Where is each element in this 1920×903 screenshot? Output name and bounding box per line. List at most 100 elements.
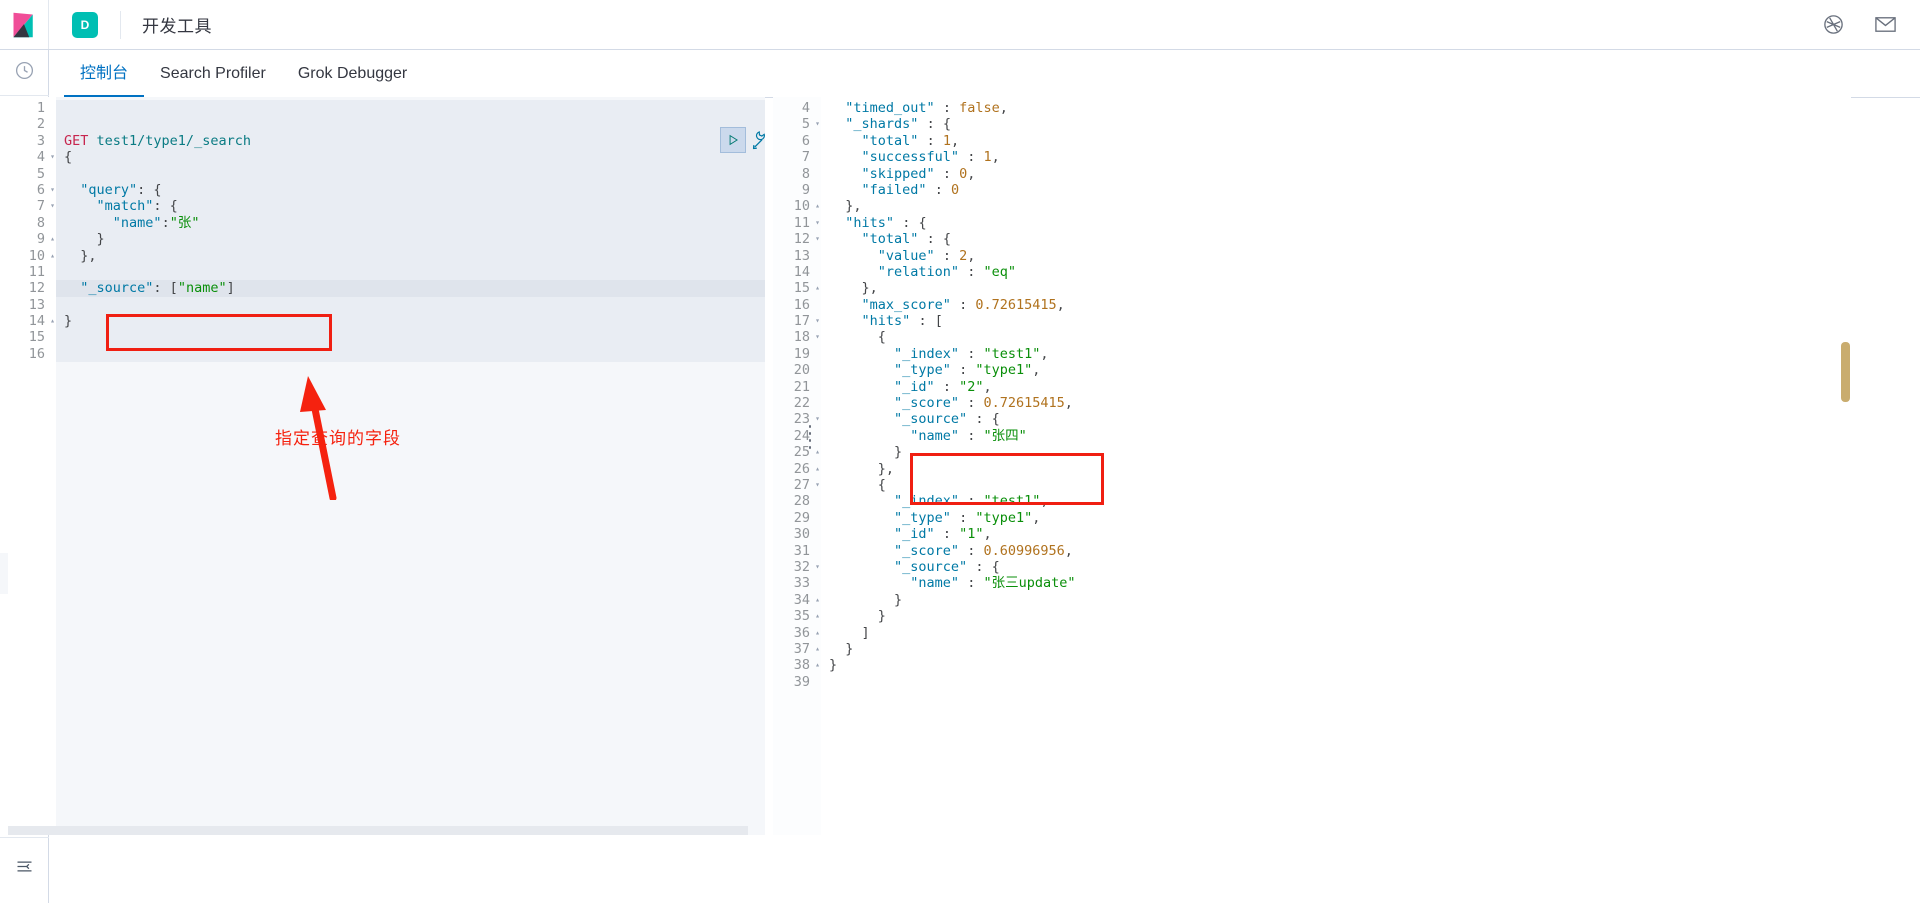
request-horizontal-scrollbar[interactable] <box>8 826 765 835</box>
code-line: }, <box>861 280 878 297</box>
line-number: 12 <box>28 280 45 297</box>
fold-toggle-icon[interactable]: ▾ <box>815 215 820 231</box>
code-line: "_type" : "type1", <box>894 362 1041 379</box>
tab-console[interactable]: 控制台 <box>64 59 145 97</box>
code-line: "_id" : "2", <box>894 378 992 395</box>
code-line: "_score" : 0.72615415, <box>894 395 1073 412</box>
kibana-logo[interactable] <box>0 0 49 49</box>
line-number: 12 ▾ <box>793 231 820 248</box>
fold-toggle-icon[interactable]: ▾ <box>50 182 55 198</box>
fold-toggle-icon[interactable]: ▴ <box>815 641 820 657</box>
line-number: 19 <box>793 345 810 362</box>
code-line[interactable]: "query": { <box>56 181 765 199</box>
send-request-button[interactable] <box>720 127 746 153</box>
response-code: "timed_out" : false, "_shards" : { "tota… <box>821 97 1851 835</box>
space-avatar[interactable]: D <box>72 11 98 38</box>
code-line[interactable]: "match": { <box>56 198 765 215</box>
request-line-numbers: 1 2 3 4 ▾ 5 6 ▾ 7 ▾ 8 9 ▴ 10 ▴ 11 12 13 14 ▴ 15 16 <box>8 97 56 835</box>
wrench-icon <box>752 130 765 149</box>
line-number: 27 ▾ <box>793 476 820 493</box>
code-line: } <box>894 591 903 608</box>
fold-toggle-icon[interactable]: ▴ <box>815 608 820 624</box>
line-number: 2 <box>36 116 45 133</box>
code-line[interactable]: GET test1/type1/_search <box>56 132 765 150</box>
fold-toggle-icon[interactable]: ▴ <box>50 248 55 264</box>
fold-toggle-icon[interactable]: ▴ <box>815 657 820 673</box>
code-line: } <box>845 640 854 657</box>
code-line: }, <box>877 460 895 477</box>
fold-toggle-icon[interactable]: ▾ <box>815 313 820 329</box>
fold-toggle-icon[interactable]: ▴ <box>50 313 55 329</box>
code-line: "hits" : { <box>845 214 927 231</box>
line-number: 5 ▾ <box>801 116 820 133</box>
code-line: "skipped" : 0, <box>861 165 976 182</box>
recently-viewed-icon[interactable] <box>0 50 49 91</box>
mail-icon[interactable] <box>1872 12 1898 38</box>
fold-toggle-icon[interactable]: ▾ <box>815 559 820 575</box>
code-line[interactable] <box>56 100 765 117</box>
help-icon[interactable] <box>1820 12 1846 38</box>
fold-toggle-icon[interactable]: ▾ <box>50 149 55 165</box>
response-vertical-scrollbar[interactable] <box>1841 342 1850 402</box>
code-line[interactable] <box>56 296 765 314</box>
fold-toggle-icon[interactable]: ▴ <box>815 461 820 477</box>
code-line[interactable]: } <box>56 231 765 248</box>
request-editor-pane[interactable]: 1 2 3 4 ▾ 5 6 ▾ 7 ▾ 8 9 ▴ 10 ▴ 11 12 13 14 ▴ 15 16 GET test1/… <box>8 97 765 835</box>
panel-splitter-handle[interactable] <box>806 425 814 449</box>
line-number: 8 <box>801 165 810 182</box>
fold-toggle-icon[interactable]: ▾ <box>815 411 820 427</box>
code-line[interactable] <box>56 263 765 281</box>
app-header: D 开发工具 <box>0 0 1920 50</box>
response-editor[interactable]: 4 5 ▾ 6 7 8 9 10 ▴ 11 ▾ 12 ▾ 13 14 15 ▴ 16 17 ▾ 18 ▾ 19 20 21 22 2… <box>773 97 1851 835</box>
fold-toggle-icon[interactable]: ▴ <box>815 625 820 641</box>
fold-toggle-icon[interactable]: ▾ <box>815 329 820 345</box>
code-line: "failed" : 0 <box>861 181 960 198</box>
fold-toggle-icon[interactable]: ▾ <box>50 198 55 214</box>
code-line[interactable] <box>56 329 765 346</box>
line-number: 30 <box>793 526 810 543</box>
open-documentation-button[interactable] <box>751 130 765 151</box>
line-number: 13 <box>793 247 810 264</box>
request-editor[interactable]: 1 2 3 4 ▾ 5 6 ▾ 7 ▾ 8 9 ▴ 10 ▴ 11 12 13 14 ▴ 15 16 GET test1/… <box>8 97 765 835</box>
code-line[interactable] <box>56 165 765 182</box>
line-number: 14 <box>793 263 810 280</box>
code-line[interactable]: "name":"张" <box>56 214 765 232</box>
code-line[interactable]: "_source": ["name"] <box>56 280 765 297</box>
dev-tools-tabs: 控制台 Search Profiler Grok Debugger <box>49 50 1920 98</box>
line-number: 37 ▴ <box>793 640 820 657</box>
code-line[interactable]: { <box>56 149 765 166</box>
request-actions <box>720 127 765 153</box>
fold-toggle-icon[interactable]: ▴ <box>50 231 55 247</box>
tab-grok-debugger[interactable]: Grok Debugger <box>282 65 423 97</box>
line-number: 22 <box>793 395 810 412</box>
code-line: "value" : 2, <box>877 247 976 264</box>
code-line[interactable] <box>56 345 765 363</box>
fold-toggle-icon[interactable]: ▾ <box>815 116 820 132</box>
fold-toggle-icon[interactable]: ▴ <box>815 280 820 296</box>
collapse-nav-icon[interactable] <box>0 846 49 887</box>
code-line[interactable]: }, <box>56 247 765 264</box>
fold-toggle-icon[interactable]: ▴ <box>815 198 820 214</box>
request-code[interactable]: GET test1/type1/_search{ "query": { "mat… <box>56 97 765 835</box>
line-number: 26 ▴ <box>793 460 820 477</box>
line-number: 31 <box>793 542 810 559</box>
code-line[interactable] <box>56 116 765 133</box>
line-number: 15 <box>28 329 45 346</box>
code-line: } <box>877 608 886 625</box>
tab-search-profiler[interactable]: Search Profiler <box>144 65 282 97</box>
response-editor-pane[interactable]: 4 5 ▾ 6 7 8 9 10 ▴ 11 ▾ 12 ▾ 13 14 15 ▴ 16 17 ▾ 18 ▾ 19 20 21 22 2… <box>773 97 1851 835</box>
fold-toggle-icon[interactable]: ▾ <box>815 477 820 493</box>
code-line[interactable]: } <box>56 313 765 330</box>
fold-toggle-icon[interactable]: ▾ <box>815 231 820 247</box>
line-number: 10 ▴ <box>28 247 55 264</box>
fold-toggle-icon[interactable]: ▴ <box>815 592 820 608</box>
line-number: 20 <box>793 362 810 379</box>
code-line: "_type" : "type1", <box>894 509 1041 526</box>
line-number: 35 ▴ <box>793 608 820 625</box>
line-number: 6 ▾ <box>36 181 55 198</box>
line-number: 17 ▾ <box>793 313 820 330</box>
line-number: 13 <box>28 296 45 313</box>
line-number: 7 ▾ <box>36 198 55 215</box>
fold-toggle-icon[interactable]: ▴ <box>815 444 820 460</box>
